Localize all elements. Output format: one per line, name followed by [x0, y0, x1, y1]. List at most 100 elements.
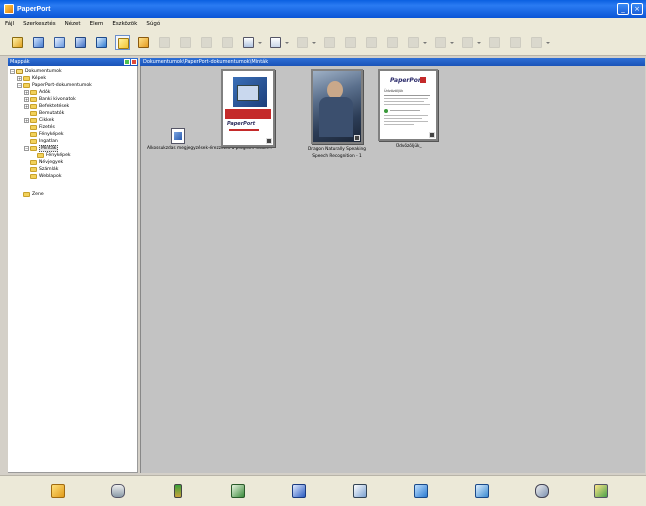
tree-item[interactable]: + Képek [17, 75, 46, 81]
word-icon[interactable] [292, 484, 306, 498]
doc-heading: Üdvözöljük [384, 89, 404, 93]
tree-item[interactable]: + Adók [24, 89, 50, 95]
tree-item-selected[interactable]: − Minták [24, 144, 59, 152]
network-icon[interactable] [535, 484, 549, 498]
tree-item[interactable]: + Banki kivonatok [24, 96, 76, 102]
tree-item[interactable]: Fizetés [24, 124, 55, 130]
tree-item[interactable]: Zene [23, 191, 44, 197]
thumbnail-icon [199, 35, 214, 50]
pane-close-icon[interactable] [131, 59, 137, 65]
extra-dropdown-1 [449, 35, 455, 50]
zoom-icon [385, 35, 400, 50]
menu-help[interactable]: Súgó [146, 21, 160, 27]
tree-item[interactable]: Fényképek [24, 131, 64, 137]
spreadsheet-icon[interactable] [231, 484, 245, 498]
tree-item[interactable]: + Befektetések [24, 103, 69, 109]
view-icon[interactable] [73, 35, 88, 50]
menu-file[interactable]: Fájl [5, 21, 14, 27]
item-label: Üdvözöljük_ [396, 144, 422, 149]
folder-icon [30, 173, 37, 179]
tree-item[interactable]: Számlák [30, 166, 58, 172]
thumbnail-dragon[interactable] [311, 69, 363, 144]
search-icon[interactable] [268, 35, 283, 50]
thumbnail-paperport[interactable]: PaperPort [221, 69, 275, 147]
expand-icon[interactable]: + [24, 103, 29, 109]
paint-icon[interactable] [414, 484, 428, 498]
current-path: Dokumentumok\PaperPort-dokumentumok\Mint… [143, 59, 269, 65]
folder-icon [23, 82, 30, 88]
paperport-icon[interactable] [51, 484, 65, 498]
document-icon [174, 132, 182, 140]
pen-icon[interactable] [174, 484, 182, 498]
notepad-icon[interactable] [353, 484, 367, 498]
paperport-badge: PaperPort [227, 121, 256, 127]
folder-icon [30, 124, 37, 130]
menu-tools[interactable]: Eszközök [112, 21, 137, 27]
expand-icon[interactable]: + [24, 89, 29, 95]
delete-dropdown [311, 35, 317, 50]
folder-icon [23, 75, 30, 81]
scanner-icon[interactable] [111, 484, 125, 498]
minimize-button[interactable]: _ [617, 3, 629, 15]
extra-icon-1 [433, 35, 448, 50]
menu-view[interactable]: Nézet [65, 21, 81, 27]
folder-icon [30, 110, 37, 116]
collapse-icon[interactable]: − [17, 82, 22, 88]
delete-icon [295, 35, 310, 50]
tree-item[interactable]: Névjegyek [30, 159, 63, 165]
send-to-bar [0, 475, 646, 506]
extra-icon-2 [460, 35, 475, 50]
expand-icon[interactable]: + [24, 117, 29, 123]
folder-icon [30, 89, 37, 95]
ftp-icon[interactable] [475, 484, 489, 498]
tree-item[interactable]: − PaperPort-dokumentumok [17, 82, 92, 88]
folders-pane-title: Mappák [10, 59, 30, 65]
close-button[interactable]: × [631, 3, 643, 15]
folder-icon [30, 103, 37, 109]
file-type-icon [354, 135, 360, 141]
document-item[interactable] [171, 128, 185, 144]
paperport-app-icon [4, 4, 14, 14]
folder-icon [16, 68, 23, 74]
folder-icon [30, 96, 37, 102]
tree-item[interactable]: Ingatlan [24, 138, 58, 144]
pane-toggle-icon[interactable] [124, 59, 130, 65]
rotate-icon [157, 35, 172, 50]
copy-icon[interactable] [52, 35, 67, 50]
title-bar: PaperPort _ × [0, 0, 646, 18]
extra-icon-5 [529, 35, 544, 50]
unstack-icon[interactable] [136, 35, 151, 50]
extra-icon-4 [508, 35, 523, 50]
photo-icon[interactable] [594, 484, 608, 498]
stack-icon[interactable] [115, 34, 130, 50]
tree-item[interactable]: + Cikkek [24, 117, 54, 123]
new-folder-icon[interactable] [94, 35, 109, 50]
folder-tree: − Dokumentumok + Képek − PaperPort-dokument… [8, 66, 138, 473]
scan-icon[interactable] [10, 35, 25, 50]
folder-icon [30, 159, 37, 165]
search-dropdown[interactable] [284, 35, 290, 50]
folder-icon [30, 131, 37, 137]
paperport-logo: PaperPort [390, 77, 424, 84]
expand-icon[interactable]: + [24, 96, 29, 102]
sort-dropdown[interactable] [257, 35, 263, 50]
collapse-icon[interactable]: − [24, 145, 29, 151]
page-view-icon [220, 35, 235, 50]
extra-dropdown-5 [545, 35, 551, 50]
sort-icon[interactable] [241, 35, 256, 50]
help-icon [406, 35, 421, 50]
back-icon [343, 35, 358, 50]
expand-icon[interactable]: + [17, 75, 22, 81]
collapse-icon[interactable]: − [10, 68, 15, 74]
thumbnail-welcome-doc[interactable]: PaperPort Üdvözöljük [378, 69, 438, 141]
menu-edit[interactable]: Szerkesztés [23, 21, 56, 27]
menu-item[interactable]: Elem [90, 21, 104, 27]
tree-item[interactable]: Fényképek [37, 152, 71, 158]
file-type-icon [266, 138, 272, 144]
extra-dropdown-2 [476, 35, 482, 50]
help-dropdown [422, 35, 428, 50]
tree-item[interactable]: Weblapok [30, 173, 62, 179]
tree-item[interactable]: − Dokumentumok [10, 68, 62, 74]
send-icon[interactable] [31, 35, 46, 50]
tree-item[interactable]: Bemutatók [24, 110, 64, 116]
